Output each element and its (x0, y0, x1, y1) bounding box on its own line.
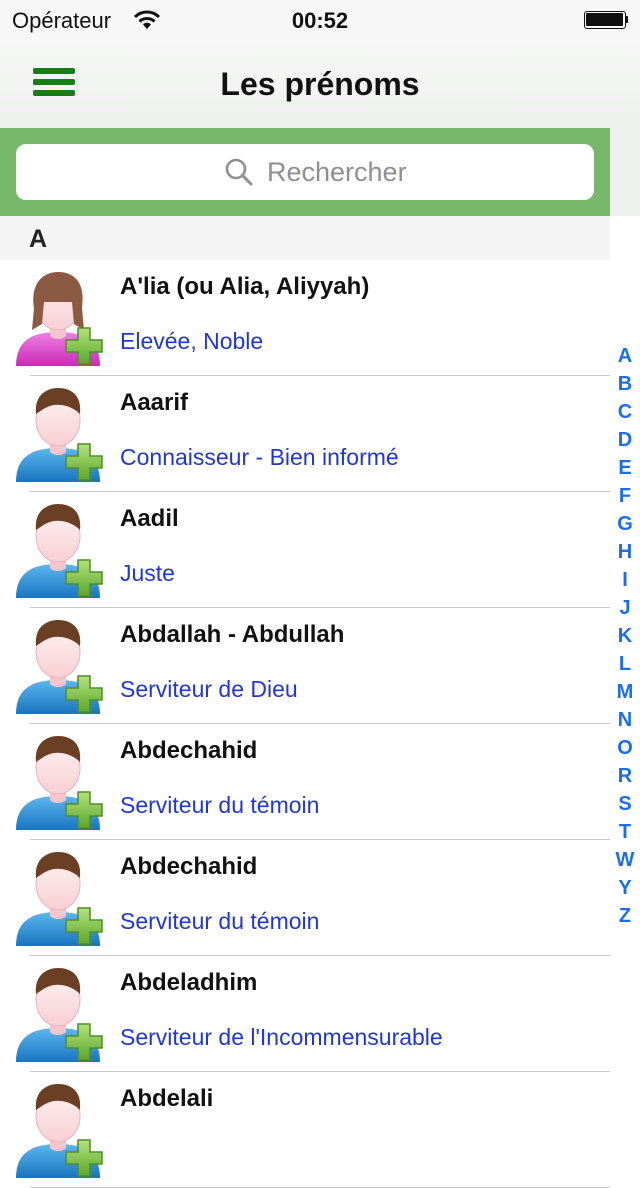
search-icon (225, 158, 253, 186)
index-letter[interactable]: E (612, 454, 638, 482)
index-letter[interactable]: C (612, 398, 638, 426)
index-letter[interactable]: Z (612, 902, 638, 930)
list-item[interactable]: A'lia (ou Alia, Aliyyah) Elevée, Noble (0, 260, 610, 376)
list-item[interactable]: Abdechahid Serviteur du témoin (0, 840, 610, 956)
name-label: Abdechahid (120, 853, 258, 880)
index-letter[interactable]: D (612, 426, 638, 454)
names-list: A'lia (ou Alia, Aliyyah) Elevée, Noble Aa… (0, 260, 610, 1188)
index-letter[interactable]: J (612, 594, 638, 622)
search-placeholder: Rechercher (267, 157, 407, 187)
meaning-label: Serviteur du témoin (120, 792, 320, 818)
name-label: Abdeladhim (120, 969, 258, 996)
index-letter[interactable]: I (612, 566, 638, 594)
index-letter[interactable]: W (612, 846, 638, 874)
index-letter[interactable]: G (612, 510, 638, 538)
name-label: Abdelali (120, 1085, 214, 1112)
list-item[interactable]: Aadil Juste (0, 492, 610, 608)
index-letter[interactable]: R (612, 762, 638, 790)
navigation-bar: Les prénoms (0, 40, 640, 128)
meaning-label: Serviteur de Dieu (120, 676, 298, 702)
index-letter[interactable]: O (612, 734, 638, 762)
section-letter: A (29, 225, 48, 253)
index-letter[interactable]: L (612, 650, 638, 678)
male-avatar-icon (12, 964, 104, 1064)
meaning-label: Connaisseur - Bien informé (120, 444, 399, 470)
index-letter[interactable]: N (612, 706, 638, 734)
meaning-label: Juste (120, 560, 175, 586)
page-title: Les prénoms (220, 66, 420, 102)
name-label: Abdallah - Abdullah (120, 621, 345, 648)
index-letter[interactable]: Y (612, 874, 638, 902)
male-avatar-icon (12, 384, 104, 484)
male-avatar-icon (12, 732, 104, 832)
index-letter[interactable]: H (612, 538, 638, 566)
meaning-label: Elevée, Noble (120, 328, 264, 354)
list-item[interactable]: Abdelali (0, 1072, 610, 1188)
male-avatar-icon (12, 1080, 104, 1180)
list-item[interactable]: Abdallah - Abdullah Serviteur de Dieu (0, 608, 610, 724)
index-letter[interactable]: T (612, 818, 638, 846)
name-label: A'lia (ou Alia, Aliyyah) (120, 273, 370, 300)
alphabet-index: ABCDEFGHIJKLMNORSTWYZ (612, 342, 638, 930)
index-letter[interactable]: F (612, 482, 638, 510)
search-input[interactable]: Rechercher (16, 144, 594, 200)
list-item[interactable]: Abdeladhim Serviteur de l'Incommensurable (0, 956, 610, 1072)
name-label: Aadil (120, 505, 179, 532)
list-item[interactable]: Aaarif Connaisseur - Bien informé (0, 376, 610, 492)
male-avatar-icon (12, 500, 104, 600)
index-letter[interactable]: K (612, 622, 638, 650)
index-letter[interactable]: S (612, 790, 638, 818)
index-letter[interactable]: B (612, 370, 638, 398)
index-letter[interactable]: A (612, 342, 638, 370)
status-time: 00:52 (291, 8, 349, 33)
battery-icon (584, 11, 628, 29)
list-item[interactable]: Abdechahid Serviteur du témoin (0, 724, 610, 840)
male-avatar-icon (12, 616, 104, 716)
search-bar: Rechercher (0, 128, 610, 216)
section-header: A (0, 216, 610, 260)
index-letter[interactable]: M (612, 678, 638, 706)
meaning-label: Serviteur du témoin (120, 908, 320, 934)
female-avatar-icon (12, 268, 104, 368)
meaning-label: Serviteur de l'Incommensurable (120, 1024, 443, 1050)
name-label: Abdechahid (120, 737, 258, 764)
search-bar-edge (610, 128, 640, 216)
status-bar: Opérateur 00:52 (0, 0, 640, 40)
male-avatar-icon (12, 848, 104, 948)
name-label: Aaarif (120, 389, 189, 416)
